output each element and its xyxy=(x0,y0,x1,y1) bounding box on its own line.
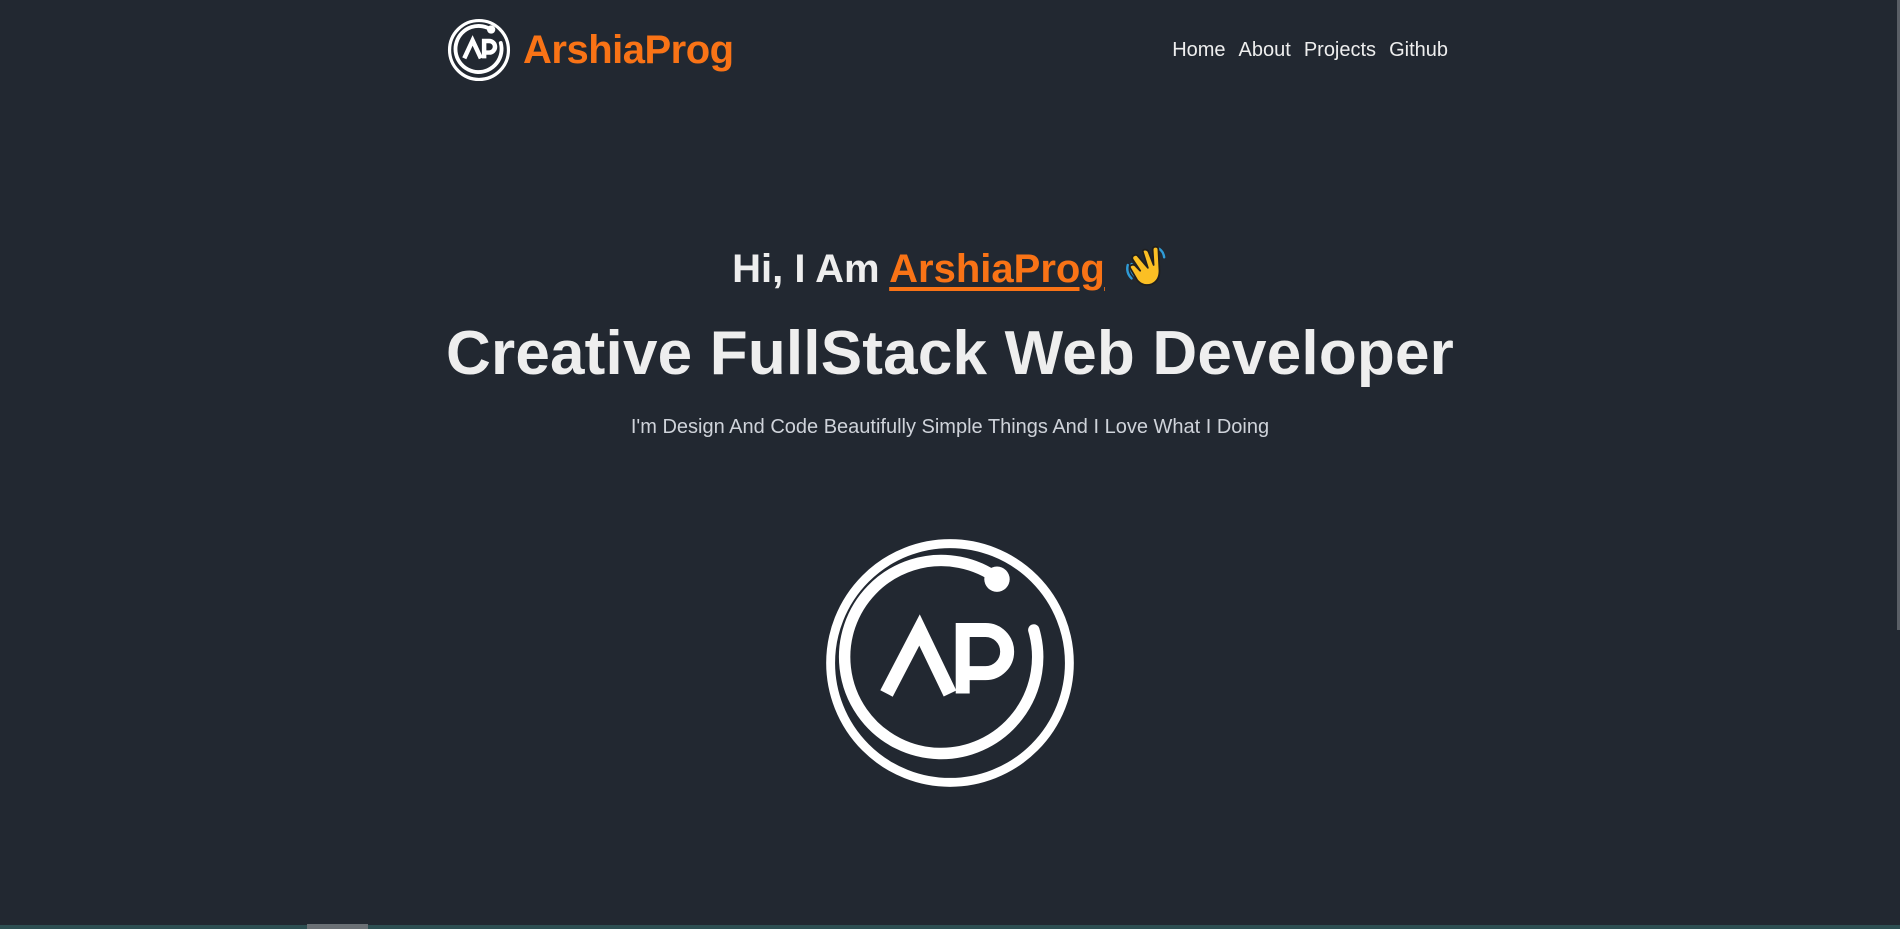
nav-links: Home About Projects Github xyxy=(1172,39,1448,62)
nav-home-link[interactable]: Home xyxy=(1172,39,1225,62)
greeting-prefix: Hi, I Am xyxy=(732,247,890,291)
horizontal-scrollbar-thumb[interactable] xyxy=(307,924,368,929)
navbar: ArshiaProg Home About Projects Github xyxy=(447,0,1450,100)
hero-tagline: I'm Design And Code Beautifully Simple T… xyxy=(630,416,1270,438)
hero-greeting: Hi, I Am ArshiaProg xyxy=(0,242,1900,292)
hero-headline: Creative FullStack Web Developer xyxy=(446,319,1454,388)
brand-link[interactable]: ArshiaProg xyxy=(447,18,734,82)
page: ArshiaProg Home About Projects Github Hi… xyxy=(0,0,1900,929)
ap-logo-icon xyxy=(826,539,1074,787)
horizontal-scrollbar-track[interactable] xyxy=(0,925,1900,929)
nav-projects-link[interactable]: Projects xyxy=(1304,39,1376,62)
ap-logo-icon xyxy=(447,18,511,82)
nav-about-link[interactable]: About xyxy=(1239,39,1291,62)
waving-hand-icon xyxy=(1125,245,1166,286)
brand-name: ArshiaProg xyxy=(523,27,734,72)
nav-github-link[interactable]: Github xyxy=(1389,39,1448,62)
greeting-name-link[interactable]: ArshiaProg xyxy=(889,247,1105,291)
